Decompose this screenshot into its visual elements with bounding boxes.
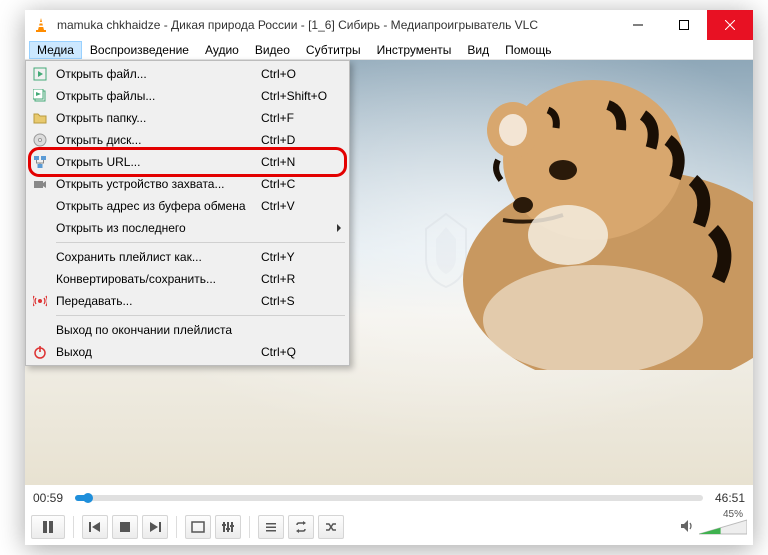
pause-button[interactable] (31, 515, 65, 539)
volume-label: 45% (723, 509, 743, 520)
close-button[interactable] (707, 10, 753, 40)
menu-item[interactable]: Открыть папку...Ctrl+F (28, 107, 347, 129)
quit-icon (28, 345, 52, 359)
menu-item-label: Передавать... (52, 294, 261, 308)
next-button[interactable] (142, 515, 168, 539)
maximize-button[interactable] (661, 10, 707, 40)
vlc-cone-icon (33, 17, 49, 33)
menu-item-label: Открыть диск... (52, 133, 261, 147)
menu-view[interactable]: Вид (459, 41, 497, 59)
fullscreen-button[interactable] (185, 515, 211, 539)
menu-item-shortcut: Ctrl+O (261, 67, 347, 81)
network-icon (28, 155, 52, 169)
menu-item-shortcut: Ctrl+R (261, 272, 347, 286)
capture-icon (28, 177, 52, 191)
shuffle-button[interactable] (318, 515, 344, 539)
menu-item-label: Открыть адрес из буфера обмена (52, 199, 261, 213)
stream-icon (28, 294, 52, 308)
menu-item-label: Конвертировать/сохранить... (52, 272, 261, 286)
menu-item[interactable]: Конвертировать/сохранить...Ctrl+R (28, 268, 347, 290)
ext-settings-button[interactable] (215, 515, 241, 539)
menu-item[interactable]: Открыть файл...Ctrl+O (28, 63, 347, 85)
minimize-button[interactable] (615, 10, 661, 40)
menu-item-shortcut: Ctrl+D (261, 133, 347, 147)
menu-item-shortcut: Ctrl+S (261, 294, 347, 308)
menu-item[interactable]: Открыть из последнего (28, 217, 347, 239)
menu-item[interactable]: Сохранить плейлист как...Ctrl+Y (28, 246, 347, 268)
menu-item-shortcut: Ctrl+N (261, 155, 347, 169)
menu-item-label: Открыть URL... (52, 155, 261, 169)
media-menu-dropdown: Открыть файл...Ctrl+OОткрыть файлы...Ctr… (25, 60, 350, 366)
menu-item-label: Открыть из последнего (52, 221, 261, 235)
stop-button[interactable] (112, 515, 138, 539)
menu-item-label: Открыть папку... (52, 111, 261, 125)
seek-slider[interactable] (75, 495, 703, 501)
menu-item[interactable]: Открыть URL...Ctrl+N (28, 151, 347, 173)
menu-item[interactable]: Выход по окончании плейлиста (28, 319, 347, 341)
titlebar: mamuka chkhaidze - Дикая природа России … (25, 10, 753, 40)
menu-item-label: Открыть устройство захвата... (52, 177, 261, 191)
playlist-button[interactable] (258, 515, 284, 539)
window-title: mamuka chkhaidze - Дикая природа России … (57, 18, 615, 32)
menu-tools[interactable]: Инструменты (369, 41, 460, 59)
menu-item-label: Сохранить плейлист как... (52, 250, 261, 264)
menu-item[interactable]: Открыть адрес из буфера обменаCtrl+V (28, 195, 347, 217)
prev-button[interactable] (82, 515, 108, 539)
submenu-arrow-icon (337, 224, 341, 232)
menu-item-label: Выход по окончании плейлиста (52, 323, 261, 337)
menu-help[interactable]: Помощь (497, 41, 559, 59)
menu-item-shortcut: Ctrl+Shift+O (261, 89, 347, 103)
menubar: Медиа Воспроизведение Аудио Видео Субтит… (25, 40, 753, 60)
menu-item[interactable]: Открыть диск...Ctrl+D (28, 129, 347, 151)
menu-item-label: Открыть файл... (52, 67, 261, 81)
menu-item[interactable]: ВыходCtrl+Q (28, 341, 347, 363)
menu-item-label: Открыть файлы... (52, 89, 261, 103)
menu-subtitles[interactable]: Субтитры (298, 41, 369, 59)
elapsed-time: 00:59 (33, 491, 69, 505)
total-time: 46:51 (709, 491, 745, 505)
loop-button[interactable] (288, 515, 314, 539)
menu-item[interactable]: Открыть файлы...Ctrl+Shift+O (28, 85, 347, 107)
menu-item-shortcut: Ctrl+F (261, 111, 347, 125)
menu-playback[interactable]: Воспроизведение (82, 41, 197, 59)
menu-item-shortcut: Ctrl+V (261, 199, 347, 213)
menu-item-shortcut: Ctrl+Y (261, 250, 347, 264)
menu-item-shortcut: Ctrl+C (261, 177, 347, 191)
speaker-icon[interactable] (679, 518, 695, 537)
controls-bar: 45% (25, 511, 753, 545)
play-files-icon (28, 89, 52, 103)
menu-item[interactable]: Передавать...Ctrl+S (28, 290, 347, 312)
menu-audio[interactable]: Аудио (197, 41, 247, 59)
menu-item-shortcut: Ctrl+Q (261, 345, 347, 359)
disc-icon (28, 133, 52, 147)
folder-icon (28, 111, 52, 125)
play-file-icon (28, 67, 52, 81)
menu-video[interactable]: Видео (247, 41, 298, 59)
volume-slider[interactable]: 45% (699, 518, 747, 536)
menu-media[interactable]: Медиа (29, 41, 82, 59)
tiger-illustration (453, 70, 753, 370)
menu-item-label: Выход (52, 345, 261, 359)
seek-area: 00:59 46:51 (25, 485, 753, 511)
menu-item[interactable]: Открыть устройство захвата...Ctrl+C (28, 173, 347, 195)
